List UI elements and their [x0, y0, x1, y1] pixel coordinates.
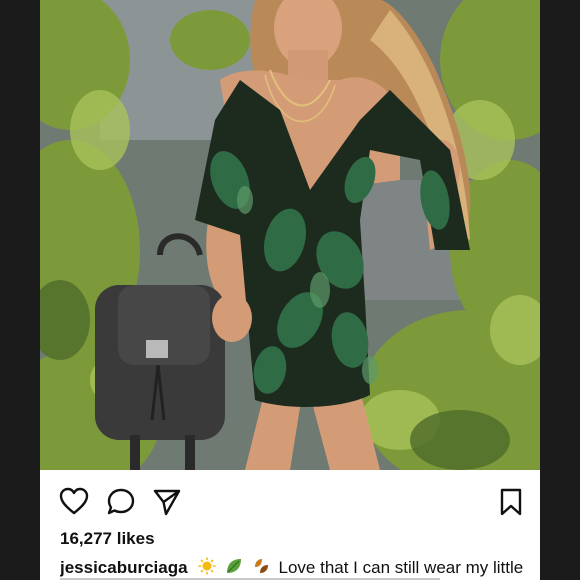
caption-text: Love that I can still wear my little [278, 558, 524, 577]
fallen-leaves-emoji [252, 557, 270, 580]
post-photo[interactable] [40, 0, 540, 470]
caption-username[interactable]: jessicaburciaga [60, 558, 188, 577]
speech-bubble-icon[interactable] [106, 487, 136, 517]
instagram-post-card: 16,277 likes jessicaburciaga Love that I… [40, 0, 540, 580]
post-action-bar [40, 470, 540, 532]
sun-emoji [198, 557, 216, 580]
leaf-emoji [225, 557, 243, 580]
likes-count[interactable]: 16,277 likes [60, 529, 155, 549]
paper-plane-icon[interactable] [152, 487, 182, 517]
bookmark-icon[interactable] [496, 487, 526, 517]
post-photo-illustration [40, 0, 540, 470]
post-caption: jessicaburciaga Love that I can still we… [60, 557, 540, 580]
heart-icon[interactable] [59, 487, 89, 517]
